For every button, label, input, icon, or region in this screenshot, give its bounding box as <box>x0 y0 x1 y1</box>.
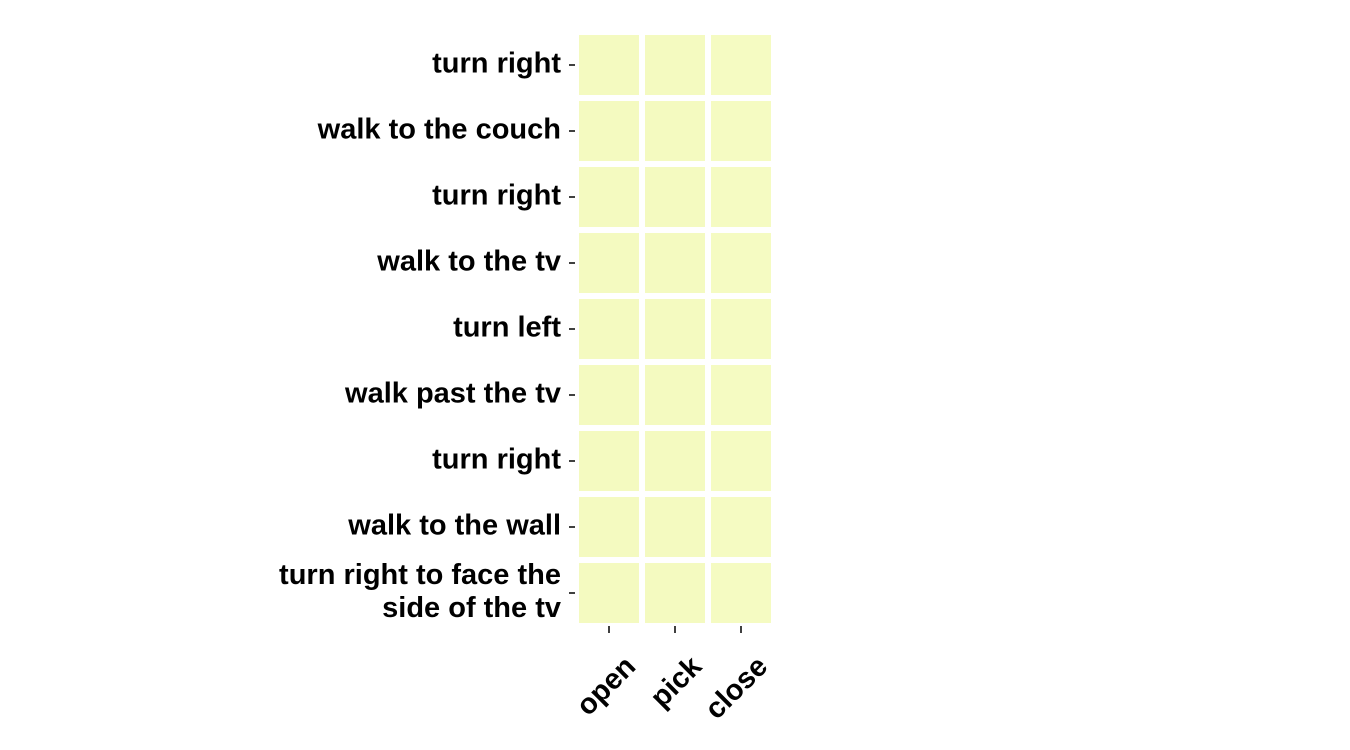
heatmap-cell <box>711 299 771 359</box>
row-ticks <box>569 64 575 594</box>
row-labels: turn right walk to the couch turn right wal… <box>279 48 561 625</box>
heatmap-cell <box>645 101 705 161</box>
heatmap-cells <box>579 35 771 623</box>
heatmap-cell <box>645 431 705 491</box>
heatmap-cell <box>579 233 639 293</box>
row-label-line: walk to the tv <box>376 246 561 278</box>
row-label-line: turn left <box>453 312 561 344</box>
row-label: walk to the tv <box>376 246 561 278</box>
column-label: open <box>570 650 642 722</box>
heatmap-cell <box>579 431 639 491</box>
heatmap-cell <box>579 299 639 359</box>
column-label: pick <box>644 650 708 714</box>
row-label-line: turn right <box>432 180 561 212</box>
row-label: walk past the tv <box>344 378 561 410</box>
column-label: close <box>699 650 774 725</box>
row-label-line: turn right <box>432 48 561 80</box>
row-label-line: walk to the couch <box>317 114 561 146</box>
row-label: turn right <box>432 48 561 80</box>
heatmap-cell <box>645 497 705 557</box>
heatmap-cell <box>645 35 705 95</box>
column-ticks <box>608 626 742 633</box>
heatmap-cell <box>579 101 639 161</box>
row-label: turn right <box>432 444 561 476</box>
row-label: walk to the couch <box>317 114 561 146</box>
heatmap-cell <box>579 167 639 227</box>
heatmap-cell <box>579 563 639 623</box>
heatmap-cell <box>711 563 771 623</box>
row-label: turn left <box>453 312 561 344</box>
heatmap-cell <box>645 365 705 425</box>
row-label-line: turn right <box>432 444 561 476</box>
heatmap-cell <box>579 35 639 95</box>
row-label-line: turn right to face the <box>279 559 561 591</box>
heatmap-cell <box>711 365 771 425</box>
row-label: turn right <box>432 180 561 212</box>
row-label-line: walk to the wall <box>347 510 561 542</box>
heatmap-cell <box>579 365 639 425</box>
heatmap-cell <box>711 497 771 557</box>
row-label: walk to the wall <box>347 510 561 542</box>
row-label-line: walk past the tv <box>344 378 561 410</box>
heatmap-cell <box>645 233 705 293</box>
heatmap-cell <box>711 167 771 227</box>
heatmap-cell <box>711 233 771 293</box>
heatmap-cell <box>579 497 639 557</box>
heatmap-cell <box>711 101 771 161</box>
heatmap-cell <box>711 431 771 491</box>
heatmap-cell <box>711 35 771 95</box>
heatmap-chart: turn right walk to the couch turn right wal… <box>279 35 774 726</box>
row-label: turn right to face the side of the tv <box>279 559 561 624</box>
heatmap-cell <box>645 563 705 623</box>
column-labels: open pickclose <box>570 650 774 726</box>
row-label-line: side of the tv <box>382 592 561 624</box>
heatmap-cell <box>645 167 705 227</box>
heatmap-cell <box>645 299 705 359</box>
